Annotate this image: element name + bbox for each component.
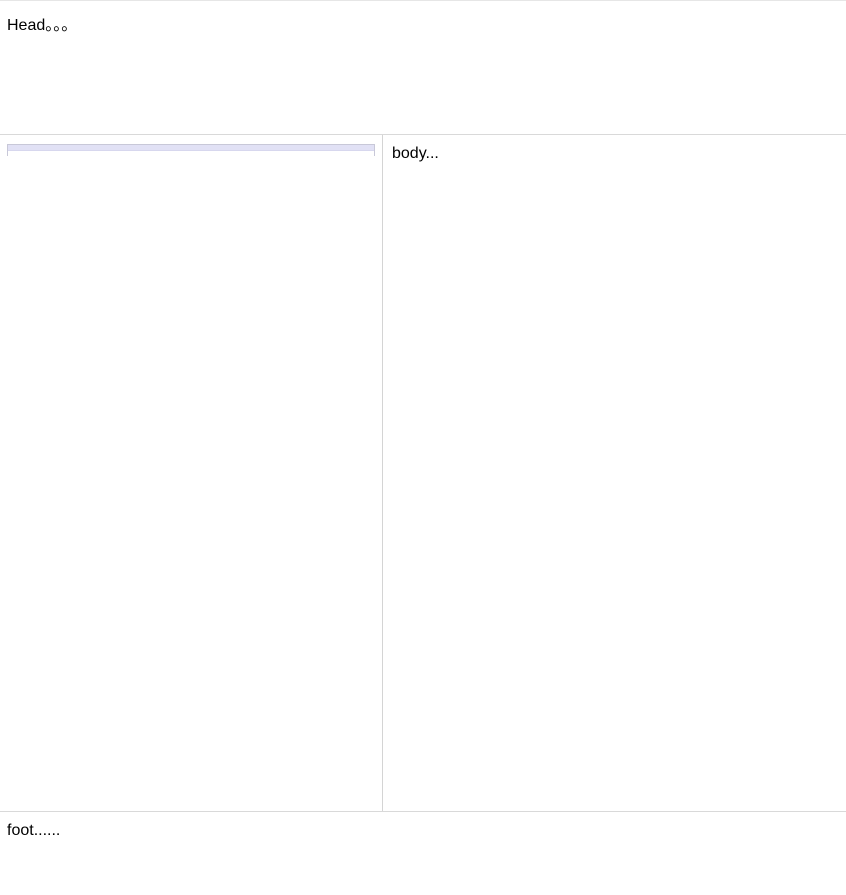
west-panel-header[interactable] — [8, 145, 374, 151]
west-region — [0, 135, 383, 811]
border-layout: Head。。。 body... foot...... — [0, 0, 846, 895]
north-text: Head。。。 — [7, 17, 78, 34]
south-text: foot...... — [7, 822, 61, 839]
west-panel — [7, 144, 375, 156]
north-region: Head。。。 — [0, 0, 846, 135]
south-region: foot...... — [0, 811, 846, 895]
center-text: body... — [392, 145, 439, 162]
center-region: body... — [383, 135, 846, 811]
